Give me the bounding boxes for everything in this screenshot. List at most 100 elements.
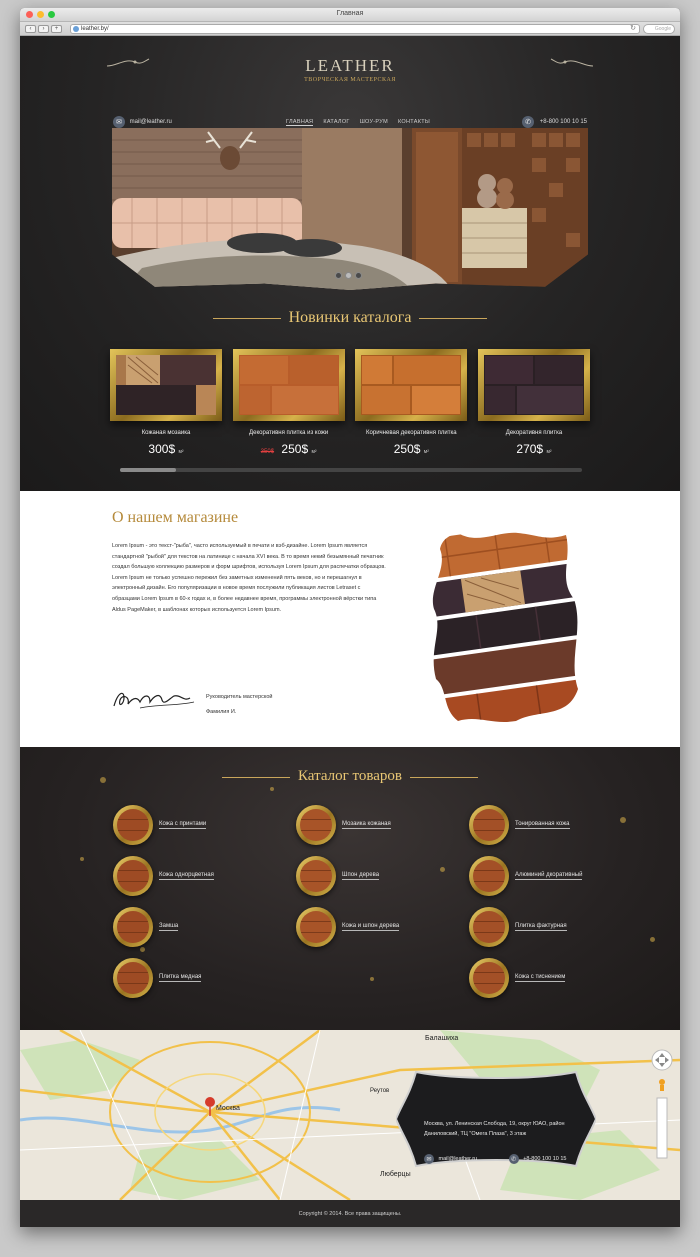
back-arrow-icon[interactable]: ‹	[25, 25, 36, 33]
product-price: 300$	[148, 442, 176, 456]
footer: Copyright © 2014. Все права защищены.	[20, 1200, 680, 1227]
map-phone[interactable]: +8-800 100 10 15	[523, 1156, 566, 1162]
product-name: Кожаная мозаика	[141, 430, 191, 436]
product-card[interactable]: Декоративня плитка из кожи 350$ 250$ м²	[232, 349, 345, 456]
category-item[interactable]: Кожа однорцветная	[113, 856, 214, 896]
add-tab-icon[interactable]: +	[51, 25, 62, 33]
title-bar: Главная	[20, 8, 680, 22]
product-card[interactable]: Кожаная мозаика 300$ м²	[110, 349, 222, 456]
header-phone-text: +8-800 100 10 15	[539, 119, 587, 125]
category-label: Тонированная кожа	[515, 821, 570, 829]
slider-dot-2[interactable]	[345, 272, 352, 279]
product-image-dark-tile	[483, 355, 584, 415]
browser-window: Главная ‹ › + leather.by/ ↻ Google LEATH…	[20, 8, 680, 1227]
bokeh-light	[370, 977, 374, 981]
header-email-text: mail@leather.ru	[129, 119, 172, 125]
product-frame	[355, 349, 468, 421]
category-label: Шпон дерева	[342, 872, 380, 880]
category-thumbnail	[469, 907, 509, 947]
phone-icon: ✆	[508, 1154, 519, 1164]
catalog-section: Каталог товаров Кожа с принтами Мозаика …	[20, 747, 680, 1030]
price-unit: м²	[311, 449, 317, 455]
catalog-heading: Каталог товаров	[20, 767, 680, 785]
slider-dot-3[interactable]	[355, 272, 362, 279]
product-old-price: 350$	[260, 449, 275, 455]
category-item[interactable]: Плитка фактурная	[469, 907, 567, 947]
category-item[interactable]: Тонированная кожа	[469, 805, 570, 845]
bokeh-light	[440, 867, 445, 872]
category-swatch	[300, 860, 332, 892]
signature-image	[113, 692, 195, 709]
map-pan-control[interactable]	[651, 1049, 673, 1071]
price-unit: м²	[546, 449, 552, 455]
price-unit: м²	[423, 449, 429, 455]
manager-name: Фамилия И.	[206, 709, 237, 715]
category-item[interactable]: Замша	[113, 907, 179, 947]
nav-item-contacts[interactable]: КОНТАКТЫ	[398, 119, 430, 126]
zoom-slider[interactable]	[656, 1097, 668, 1159]
category-swatch	[117, 809, 149, 841]
category-item[interactable]: Кожа с принтами	[113, 805, 207, 845]
search-field[interactable]: Google	[643, 24, 675, 34]
category-item[interactable]: Плитка медная	[113, 958, 202, 998]
header-section: LEATHER ТВОРЧЕСКАЯ МАСТЕРСКАЯ ✉ mail@lea…	[20, 36, 680, 491]
product-price: 270$	[516, 442, 544, 456]
browser-toolbar: ‹ › + leather.by/ ↻ Google	[20, 22, 680, 36]
product-price-row: 250$ м²	[355, 442, 467, 456]
heading-line-left	[212, 318, 281, 319]
product-name: Декоративня плитка	[505, 430, 563, 436]
category-thumbnail	[113, 907, 153, 947]
bokeh-light	[650, 937, 655, 942]
map-address: Москва, ул. Ленинская Слобода, 19, округ…	[424, 1121, 565, 1137]
map-label-reutov: Реутов	[370, 1088, 389, 1094]
phone-icon: ✆	[522, 116, 535, 128]
catalog-title-text: Каталог товаров	[298, 768, 402, 784]
new-products-list: Кожаная мозаика 300$ м² Декоративня плит…	[110, 349, 590, 456]
nav-item-catalog[interactable]: КАТАЛОГ	[323, 119, 349, 126]
hero-slider[interactable]	[112, 128, 588, 290]
map-label-balashikha: Балашиха	[425, 1035, 458, 1042]
category-item[interactable]: Шпон дерева	[296, 856, 380, 896]
header-phone[interactable]: ✆ +8-800 100 10 15	[522, 116, 587, 128]
site-logo[interactable]: LEATHER ТВОРЧЕСКАЯ МАСТЕРСКАЯ	[20, 56, 680, 83]
product-card[interactable]: Декоративня плитка 270$ м²	[477, 349, 590, 456]
product-image-leather-tile	[238, 355, 339, 415]
logo-title: LEATHER	[305, 56, 395, 75]
category-item[interactable]: Кожа и шпон дерева	[296, 907, 400, 947]
product-frame	[232, 349, 345, 421]
forward-arrow-icon[interactable]: ›	[38, 25, 49, 33]
leather-hide-image	[432, 532, 578, 722]
bedroom-interior-image	[112, 128, 588, 290]
reload-icon[interactable]: ↻	[630, 25, 636, 33]
product-name: Коричневая декоративня плитка	[366, 430, 457, 436]
slider-dot-1[interactable]	[335, 272, 342, 279]
category-item[interactable]: Кожа с тиснением	[469, 958, 566, 998]
about-title: О нашем магазине	[112, 509, 239, 526]
address-bar[interactable]: leather.by/ ↻	[70, 24, 640, 34]
products-scroll-thumb[interactable]	[120, 468, 176, 472]
header-email[interactable]: ✉ mail@leather.ru	[113, 116, 172, 128]
category-swatch	[117, 962, 149, 994]
about-section: О нашем магазине Lorem Ipsum - это текст…	[20, 491, 680, 747]
product-frame	[477, 349, 590, 421]
nav-item-showroom[interactable]: ШОУ-РУМ	[360, 119, 388, 126]
map-email[interactable]: mail@leather.ru	[439, 1156, 478, 1162]
window-title: Главная	[336, 10, 364, 17]
category-item[interactable]: Мозаика кожаная	[296, 805, 391, 845]
category-swatch	[473, 962, 505, 994]
category-swatch	[300, 809, 332, 841]
product-image-leather-mosaic	[116, 355, 216, 415]
signature-caption: Руководитель мастерской Фамилия И.	[206, 690, 272, 720]
product-price: 250$	[393, 442, 421, 456]
new-products-title-text: Новинки каталога	[288, 309, 412, 326]
top-bar: ✉ mail@leather.ru ГЛАВНАЯ КАТАЛОГ ШОУ-РУ…	[110, 116, 590, 130]
nav-item-home[interactable]: ГЛАВНАЯ	[286, 119, 314, 126]
category-swatch	[117, 911, 149, 943]
new-products-heading: Новинки каталога	[20, 309, 680, 327]
products-scrollbar[interactable]	[120, 468, 582, 472]
category-item[interactable]: Алюминий дкоративный	[469, 856, 583, 896]
product-card[interactable]: Коричневая декоративня плитка 250$ м²	[355, 349, 468, 456]
slider-pagination	[335, 272, 362, 279]
map-label-moscow: Москва	[216, 1105, 240, 1112]
main-navigation: ГЛАВНАЯ КАТАЛОГ ШОУ-РУМ КОНТАКТЫ	[286, 119, 430, 126]
